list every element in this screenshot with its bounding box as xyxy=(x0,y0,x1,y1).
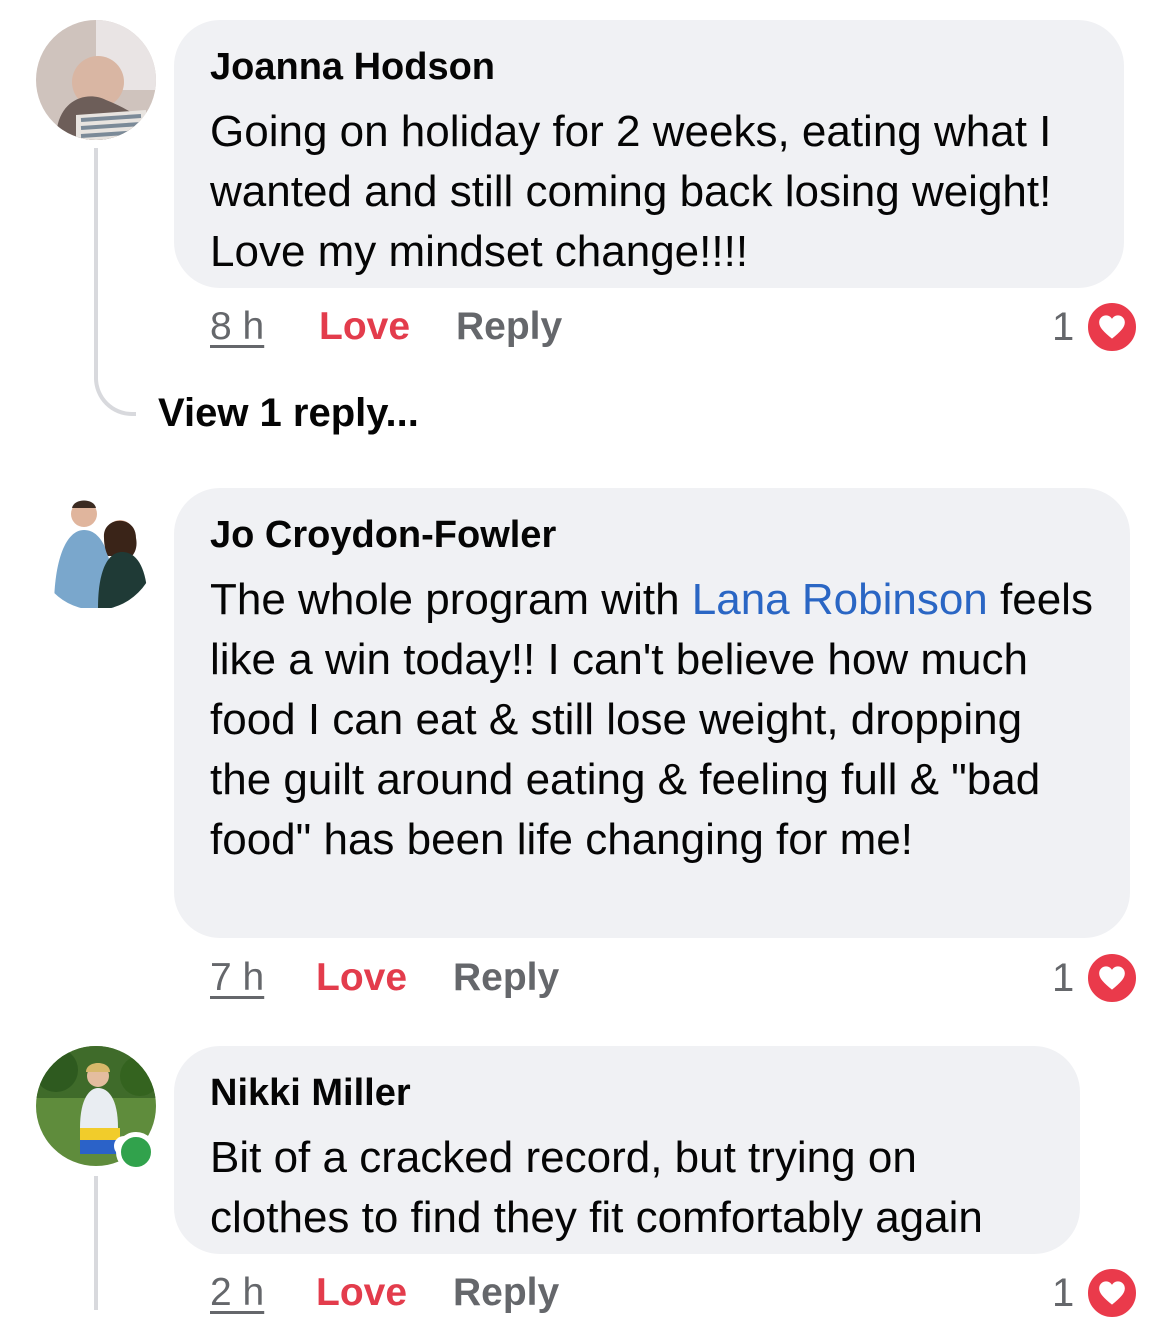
comment-author[interactable]: Nikki Miller xyxy=(210,1070,1044,1116)
comment-text: The whole program with Lana Robinson fee… xyxy=(210,570,1094,870)
view-replies-link[interactable]: View 1 reply... xyxy=(158,388,419,438)
comment-actions: 7 h Love Reply 1 xyxy=(0,951,1170,1005)
reaction-count[interactable]: 1 xyxy=(1052,953,1074,1003)
reaction-count[interactable]: 1 xyxy=(1052,302,1074,352)
comment-author[interactable]: Joanna Hodson xyxy=(210,44,1088,90)
comment-timestamp[interactable]: 2 h xyxy=(210,1268,264,1318)
love-reaction-button[interactable]: Love xyxy=(319,302,410,352)
avatar[interactable] xyxy=(36,20,156,140)
comment-actions: 8 h Love Reply 1 xyxy=(0,300,1170,354)
comment-actions: 2 h Love Reply 1 xyxy=(0,1266,1170,1320)
mention-link[interactable]: Lana Robinson xyxy=(692,575,988,624)
reaction-count[interactable]: 1 xyxy=(1052,1268,1074,1318)
reply-button[interactable]: Reply xyxy=(453,953,559,1003)
love-reaction-button[interactable]: Love xyxy=(316,1268,407,1318)
comment-author[interactable]: Jo Croydon-Fowler xyxy=(210,512,1094,558)
love-reaction-button[interactable]: Love xyxy=(316,953,407,1003)
comment-text: Bit of a cracked record, but trying on c… xyxy=(210,1133,983,1242)
comment-text-start: The whole program with xyxy=(210,575,692,624)
reply-button[interactable]: Reply xyxy=(453,1268,559,1318)
reply-button[interactable]: Reply xyxy=(456,302,562,352)
online-status-indicator xyxy=(116,1132,156,1172)
comment-timestamp[interactable]: 7 h xyxy=(210,953,264,1003)
love-reaction-icon[interactable] xyxy=(1085,300,1139,354)
love-reaction-icon[interactable] xyxy=(1085,951,1139,1005)
love-reaction-icon[interactable] xyxy=(1085,1266,1139,1320)
comment-bubble: Nikki Miller Bit of a cracked record, bu… xyxy=(174,1046,1080,1254)
comment-text: Going on holiday for 2 weeks, eating wha… xyxy=(210,107,1052,276)
comment-bubble: Joanna Hodson Going on holiday for 2 wee… xyxy=(174,20,1124,288)
avatar[interactable] xyxy=(36,490,156,610)
comment-timestamp[interactable]: 8 h xyxy=(210,302,264,352)
comment-bubble: Jo Croydon-Fowler The whole program with… xyxy=(174,488,1130,938)
